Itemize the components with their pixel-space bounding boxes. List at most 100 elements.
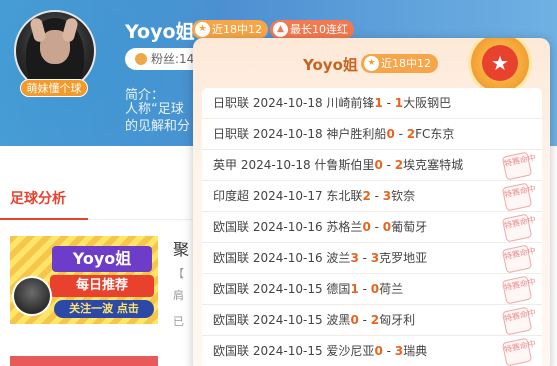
medal-star: ★ — [482, 45, 518, 81]
match-home-team: 东北联 — [326, 189, 363, 203]
match-away-score: 3 — [370, 251, 380, 265]
flame-icon: ▲ — [273, 22, 288, 37]
match-date: 2024-10-18 — [252, 127, 323, 141]
star-icon: ★ — [364, 56, 379, 71]
hit-stamp-icon: 特赛命中 — [501, 306, 537, 336]
match-separator: - — [358, 251, 371, 265]
match-league: 日职联 — [213, 127, 250, 141]
match-separator: - — [382, 96, 395, 110]
match-date: 2024-10-15 — [252, 282, 323, 296]
match-away-score: 3 — [382, 189, 392, 203]
match-league: 欧国联 — [213, 344, 250, 358]
match-home-team: 爱沙尼亚 — [326, 344, 375, 358]
match-row[interactable]: 日职联 2024-10-18 川崎前锋1 - 1大阪钢巴 — [202, 88, 542, 119]
match-away-team: 钦奈 — [391, 189, 416, 203]
article-thumbnail-2[interactable] — [10, 356, 158, 366]
match-date: 2024-10-15 — [252, 313, 323, 327]
content-tab-bar: 足球分析 — [0, 180, 195, 220]
match-home-team: 苏格兰 — [326, 220, 363, 234]
popup-name: Yoyo姐 — [303, 56, 358, 74]
thumbnail-avatar — [12, 276, 52, 316]
match-away-score: 3 — [394, 344, 404, 358]
match-date: 2024-10-18 — [252, 96, 323, 110]
match-league: 日职联 — [213, 96, 250, 110]
match-away-team: 埃克塞特城 — [403, 158, 464, 172]
hit-stamp-icon: 特赛命中 — [501, 151, 537, 181]
thumbnail-title: Yoyo姐 — [52, 246, 152, 272]
match-league: 英甲 — [213, 158, 238, 172]
hit-stamp-icon: 特赛命中 — [501, 182, 537, 212]
hit-stamp-icon: 特赛命中 — [501, 244, 537, 274]
match-home-score: 0 — [386, 127, 395, 141]
match-home-score: 3 — [350, 251, 359, 265]
profile-name: Yoyo姐 — [125, 21, 195, 43]
match-row[interactable]: 欧国联 2024-10-16 波兰3 - 3克罗地亚 特赛命中 — [202, 243, 542, 274]
match-home-score: 0 — [350, 313, 359, 327]
match-away-score: 1 — [394, 96, 404, 110]
match-row[interactable]: 欧国联 2024-10-15 波黑0 - 2匈牙利 特赛命中 — [202, 305, 542, 336]
match-row[interactable]: 日职联 2024-10-18 神户胜利船0 - 2FC东京 — [202, 119, 542, 150]
recent-record-text: 近18中12 — [212, 23, 262, 36]
match-home-score: 0 — [374, 158, 383, 172]
match-away-team: 瑞典 — [403, 344, 428, 358]
avatar-tag: 萌妹懂个球 — [20, 79, 88, 97]
match-separator: - — [382, 344, 395, 358]
match-away-score: 0 — [382, 220, 392, 234]
thumbnail-subtitle: 每日推荐 — [50, 275, 154, 297]
hit-stamp-icon: 特赛命中 — [501, 213, 537, 243]
match-home-team: 川崎前锋 — [326, 96, 375, 110]
match-home-score: 2 — [362, 189, 371, 203]
match-list: 日职联 2024-10-18 川崎前锋1 - 1大阪钢巴 日职联 2024-10-… — [202, 88, 542, 366]
match-date: 2024-10-16 — [252, 220, 323, 234]
match-away-team: FC东京 — [415, 127, 455, 141]
match-league: 印度超 — [213, 189, 250, 203]
match-away-team: 大阪钢巴 — [403, 96, 452, 110]
match-home-score: 1 — [350, 282, 359, 296]
hit-stamp-icon: 特赛命中 — [501, 275, 537, 305]
article-thumbnail[interactable]: Yoyo姐 每日推荐 关注一波 点击 — [10, 236, 158, 324]
match-date: 2024-10-18 — [240, 158, 311, 172]
match-separator: - — [382, 158, 395, 172]
popup-recent-badge: ★ 近18中12 — [361, 54, 438, 73]
record-popup: Yoyo姐 ★ 近18中12 ★ 日职联 2024-10-18 川崎前锋1 - … — [193, 38, 550, 366]
match-home-score: 1 — [374, 96, 383, 110]
match-row[interactable]: 英甲 2024-10-18 什鲁斯伯里0 - 2埃克塞特城 特赛命中 — [202, 150, 542, 181]
recent-record-badge: ★ 近18中12 — [192, 20, 268, 39]
match-row[interactable]: 欧国联 2024-10-16 苏格兰0 - 0葡萄牙 特赛命中 — [202, 212, 542, 243]
match-league: 欧国联 — [213, 251, 250, 265]
match-home-team: 神户胜利船 — [326, 127, 387, 141]
match-away-score: 2 — [394, 158, 404, 172]
match-separator: - — [358, 313, 371, 327]
star-icon: ★ — [195, 22, 210, 37]
match-away-score: 2 — [406, 127, 416, 141]
match-away-team: 克罗地亚 — [379, 251, 428, 265]
match-date: 2024-10-17 — [252, 189, 323, 203]
fans-text: 粉丝:14 — [151, 52, 195, 66]
fans-icon — [135, 53, 147, 65]
popup-recent-text: 近18中12 — [381, 57, 431, 70]
match-date: 2024-10-16 — [252, 251, 323, 265]
streak-text: 最长10连红 — [290, 23, 348, 36]
match-away-team: 匈牙利 — [379, 313, 416, 327]
match-row[interactable]: 欧国联 2024-10-15 爱沙尼亚0 - 3瑞典 特赛命中 — [202, 336, 542, 366]
tab-football-analysis[interactable]: 足球分析 — [10, 188, 66, 208]
match-league: 欧国联 — [213, 313, 250, 327]
match-home-team: 波兰 — [326, 251, 351, 265]
star-medal-icon: ★ — [471, 38, 529, 92]
match-row[interactable]: 欧国联 2024-10-15 德国1 - 0荷兰 特赛命中 — [202, 274, 542, 305]
match-away-score: 2 — [370, 313, 380, 327]
article-title[interactable]: 聚 — [173, 236, 189, 260]
match-row[interactable]: 印度超 2024-10-17 东北联2 - 3钦奈 特赛命中 — [202, 181, 542, 212]
tab-underline — [0, 218, 88, 220]
match-home-team: 波黑 — [326, 313, 351, 327]
match-separator: - — [358, 282, 371, 296]
streak-badge: ▲ 最长10连红 — [270, 20, 354, 39]
match-away-team: 葡萄牙 — [391, 220, 428, 234]
match-home-score: 0 — [362, 220, 371, 234]
thumbnail-cta: 关注一波 点击 — [54, 300, 154, 318]
match-league: 欧国联 — [213, 282, 250, 296]
match-separator: - — [370, 220, 383, 234]
article-summary: 【 — [173, 267, 184, 280]
match-date: 2024-10-15 — [252, 344, 323, 358]
match-home-team: 德国 — [326, 282, 351, 296]
